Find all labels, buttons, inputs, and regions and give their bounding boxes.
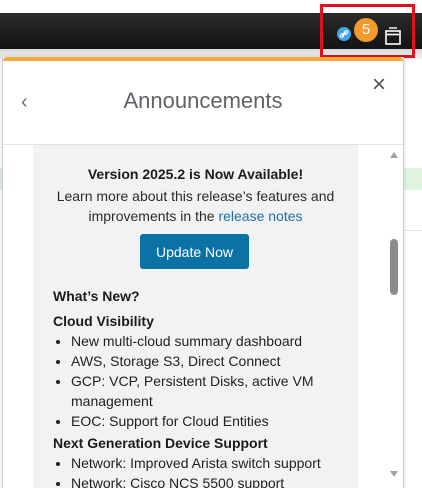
background-divider: [404, 230, 422, 231]
background-row-highlight: [404, 168, 422, 190]
scroll-down-arrow-icon[interactable]: [390, 471, 398, 477]
chevron-left-icon[interactable]: ‹: [21, 92, 35, 112]
section-title-next-gen-device: Next Generation Device Support: [53, 435, 268, 451]
version-description-prefix: improvements in the: [88, 208, 219, 224]
highlight-annotation-box: [320, 4, 415, 58]
next-gen-device-list: Network: Improved Arista switch support …: [53, 453, 358, 488]
list-item: New multi-cloud summary dashboard: [71, 331, 358, 351]
scrollbar-thumb[interactable]: [390, 239, 398, 295]
list-item: Network: Improved Arista switch support: [71, 453, 358, 473]
version-description: Learn more about this release’s features…: [45, 186, 346, 226]
panel-scrollbar[interactable]: [387, 152, 401, 482]
whats-new-heading: What’s New?: [53, 288, 140, 304]
update-now-button[interactable]: Update Now: [140, 234, 249, 269]
cloud-visibility-list: New multi-cloud summary dashboard AWS, S…: [53, 331, 358, 431]
list-item: GCP: VCP, Persistent Disks, active VM ma…: [71, 371, 358, 411]
close-icon[interactable]: ×: [369, 73, 389, 97]
panel-title: Announcements: [123, 88, 283, 113]
announcement-card: Version 2025.2 is Now Available! Learn m…: [33, 145, 358, 488]
version-description-line1: Learn more about this release’s features…: [56, 188, 335, 204]
list-item: EOC: Support for Cloud Entities: [71, 411, 358, 431]
panel-accent-bar: [3, 57, 403, 61]
page: 5 ‹ Announcements × Version 2025.2 is No…: [0, 0, 422, 488]
announcements-panel: ‹ Announcements × Version 2025.2 is Now …: [2, 57, 404, 488]
version-title: Version 2025.2 is Now Available!: [87, 166, 304, 182]
list-item: AWS, Storage S3, Direct Connect: [71, 351, 358, 371]
section-title-cloud-visibility: Cloud Visibility: [53, 313, 154, 329]
version-description-line2: improvements in the release notes: [45, 206, 346, 226]
release-notes-link[interactable]: release notes: [218, 208, 302, 224]
scroll-up-arrow-icon[interactable]: [390, 152, 398, 158]
list-item: Network: Cisco NCS 5500 support: [71, 473, 358, 488]
